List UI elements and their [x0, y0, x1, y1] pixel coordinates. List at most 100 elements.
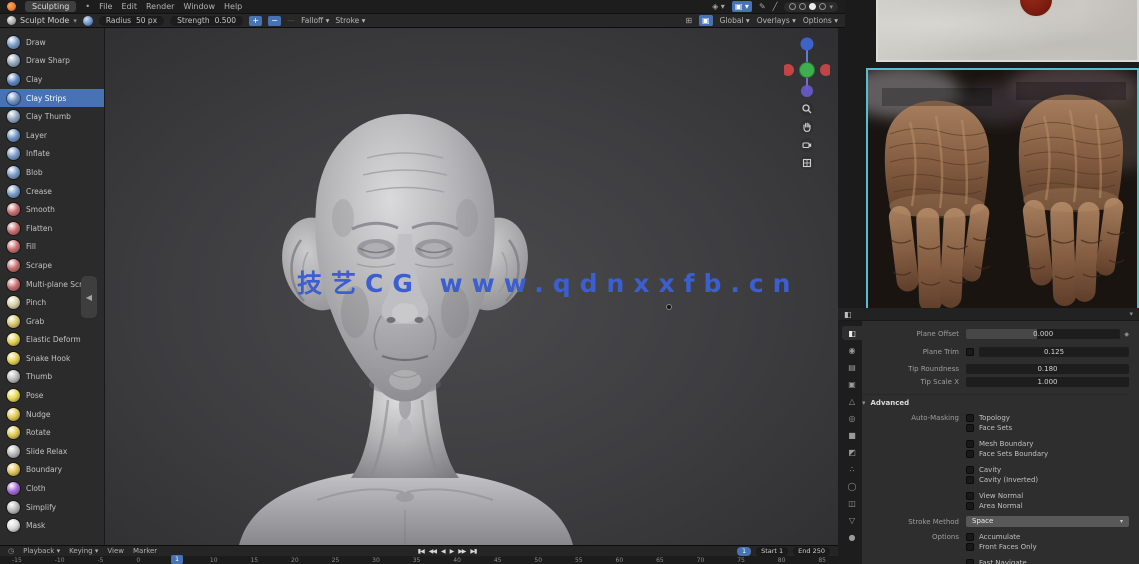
- brush-list-item[interactable]: Blob: [0, 163, 104, 182]
- zoom-icon[interactable]: [800, 102, 814, 116]
- timeline-menu[interactable]: View: [107, 547, 124, 555]
- frame-end-field[interactable]: End 250: [793, 546, 830, 556]
- brush-list-item[interactable]: Clay Thumb: [0, 107, 104, 126]
- brush-list-item[interactable]: Crease: [0, 182, 104, 201]
- transport-button[interactable]: ◀◀: [429, 548, 437, 555]
- transport-button[interactable]: ▶▶: [458, 548, 466, 555]
- radius-field[interactable]: Radius 50 px: [98, 15, 165, 26]
- brush-list-item[interactable]: Nudge: [0, 405, 104, 424]
- checkbox[interactable]: ✓: [966, 440, 974, 448]
- checkbox[interactable]: ✓: [966, 476, 974, 484]
- topbar-menu[interactable]: Render: [146, 2, 174, 11]
- perspective-toggle-icon[interactable]: [800, 156, 814, 170]
- transport-button[interactable]: ◀: [441, 548, 446, 555]
- timeline-editor-icon[interactable]: ◷: [8, 547, 14, 555]
- direction-minus-button[interactable]: −: [268, 15, 282, 26]
- brush-list-item[interactable]: Draw: [0, 33, 104, 52]
- checkbox[interactable]: ✓: [966, 502, 974, 510]
- topbar-tool-icon[interactable]: ▣ ▾: [731, 1, 752, 12]
- properties-tab[interactable]: △: [842, 394, 862, 408]
- tool-dropdown[interactable]: Falloff ▾: [301, 16, 329, 25]
- properties-tab[interactable]: ◫: [842, 496, 862, 510]
- properties-tab[interactable]: ◧: [842, 326, 862, 340]
- properties-collapse-icon[interactable]: ▾: [1129, 310, 1133, 318]
- topbar-menu[interactable]: File: [99, 2, 112, 11]
- brush-list-item[interactable]: Flatten: [0, 219, 104, 238]
- timeline-menu[interactable]: Playback ▾: [23, 547, 60, 555]
- topbar-tool-icon[interactable]: ✎: [759, 1, 766, 12]
- shading-dropdown-caret[interactable]: ▾: [829, 3, 833, 11]
- tool-dropdown[interactable]: Stroke ▾: [335, 16, 365, 25]
- topbar-menu[interactable]: Window: [183, 2, 215, 11]
- frame-start-field[interactable]: Start 1: [756, 546, 789, 556]
- brush-list-item[interactable]: Smooth: [0, 200, 104, 219]
- brush-list-item[interactable]: Cloth: [0, 479, 104, 498]
- viewport-3d[interactable]: 技艺CG www.qdnxxfb.cn: [105, 28, 838, 545]
- brush-list-item[interactable]: Elastic Deform: [0, 331, 104, 350]
- transport-button[interactable]: ▶: [450, 548, 455, 555]
- properties-editor-icon[interactable]: ◧: [844, 310, 852, 319]
- checkbox[interactable]: ✓: [966, 492, 974, 500]
- brush-list-item[interactable]: Scrape: [0, 256, 104, 275]
- brush-preview-icon[interactable]: [82, 15, 93, 26]
- viewport-dropdown[interactable]: Options ▾: [803, 16, 838, 25]
- plane-trim-distance-field[interactable]: 0.125: [979, 346, 1129, 357]
- camera-view-icon[interactable]: [800, 138, 814, 152]
- topbar-menu[interactable]: Edit: [121, 2, 137, 11]
- axis-gizmo-icon[interactable]: [784, 34, 830, 98]
- current-frame-field[interactable]: 1: [736, 546, 752, 556]
- timeline-ruler[interactable]: -15-10-505101520253035404550556065707580…: [0, 556, 838, 564]
- checkbox[interactable]: ✓: [966, 424, 974, 432]
- checkbox[interactable]: ✓: [966, 559, 974, 564]
- panel-collapse-arrow[interactable]: ◀: [81, 276, 97, 318]
- topbar-tool-icon[interactable]: ◈ ▾: [712, 1, 725, 12]
- pan-hand-icon[interactable]: [800, 120, 814, 134]
- reference-image-hands[interactable]: [866, 68, 1139, 310]
- timeline-menu[interactable]: Keying ▾: [69, 547, 98, 555]
- viewport-dropdown[interactable]: Overlays ▾: [757, 16, 796, 25]
- stroke-method-dropdown[interactable]: Space ▾: [966, 516, 1129, 527]
- brush-list-item[interactable]: Pose: [0, 386, 104, 405]
- brush-list-item[interactable]: Draw Sharp: [0, 52, 104, 71]
- topbar-tool-icon[interactable]: ╱: [773, 1, 778, 12]
- brush-list-item[interactable]: Inflate: [0, 145, 104, 164]
- brush-list-item[interactable]: Fill: [0, 238, 104, 257]
- transport-button[interactable]: ▶▮: [470, 548, 477, 555]
- timeline-menu[interactable]: Marker: [133, 547, 157, 555]
- shading-mode-icon[interactable]: [799, 3, 807, 10]
- blender-logo-icon[interactable]: [7, 2, 16, 11]
- properties-tab[interactable]: ◉: [842, 343, 862, 357]
- checkbox[interactable]: ✓: [966, 466, 974, 474]
- topbar-menu[interactable]: Help: [224, 2, 242, 11]
- viewport-toggle-icon[interactable]: ⊞: [685, 15, 692, 26]
- brush-list-item[interactable]: Boundary: [0, 461, 104, 480]
- advanced-section-header[interactable]: ▾ Advanced: [862, 394, 1129, 407]
- brush-list-item[interactable]: Clay: [0, 70, 104, 89]
- brush-list-item[interactable]: Clay Strips: [0, 88, 104, 108]
- tip-roundness-field[interactable]: 0.180: [966, 364, 1129, 374]
- properties-tab[interactable]: ◩: [842, 445, 862, 459]
- plane-offset-slider[interactable]: 0.000: [966, 329, 1121, 339]
- properties-tab[interactable]: ◯: [842, 479, 862, 493]
- properties-tab[interactable]: ∴: [842, 462, 862, 476]
- properties-tab[interactable]: ●: [842, 530, 862, 544]
- workspace-tab-sculpting[interactable]: Sculpting: [25, 1, 77, 12]
- viewport-dropdown[interactable]: Global ▾: [720, 16, 750, 25]
- brush-list-item[interactable]: Thumb: [0, 368, 104, 387]
- transport-button[interactable]: ▮◀: [418, 548, 425, 555]
- shading-mode-icon[interactable]: [819, 3, 827, 10]
- properties-tab[interactable]: ▣: [842, 377, 862, 391]
- animate-property-icon[interactable]: ◆: [1124, 331, 1129, 338]
- tip-scale-field[interactable]: 1.000: [966, 377, 1129, 387]
- viewport-toggle-icon[interactable]: ▣: [699, 15, 713, 26]
- checkbox[interactable]: ✓: [966, 533, 974, 541]
- plane-trim-checkbox[interactable]: ✓: [966, 347, 974, 356]
- shading-mode-icon[interactable]: [789, 3, 797, 10]
- checkbox[interactable]: ✓: [966, 543, 974, 551]
- shading-mode-icon[interactable]: [809, 3, 817, 10]
- brush-list-item[interactable]: Layer: [0, 126, 104, 145]
- mode-selector[interactable]: Sculpt Mode ▾: [7, 16, 77, 25]
- properties-tab[interactable]: ▽: [842, 513, 862, 527]
- current-frame-marker[interactable]: 1: [171, 555, 184, 564]
- brush-list-item[interactable]: Rotate: [0, 423, 104, 442]
